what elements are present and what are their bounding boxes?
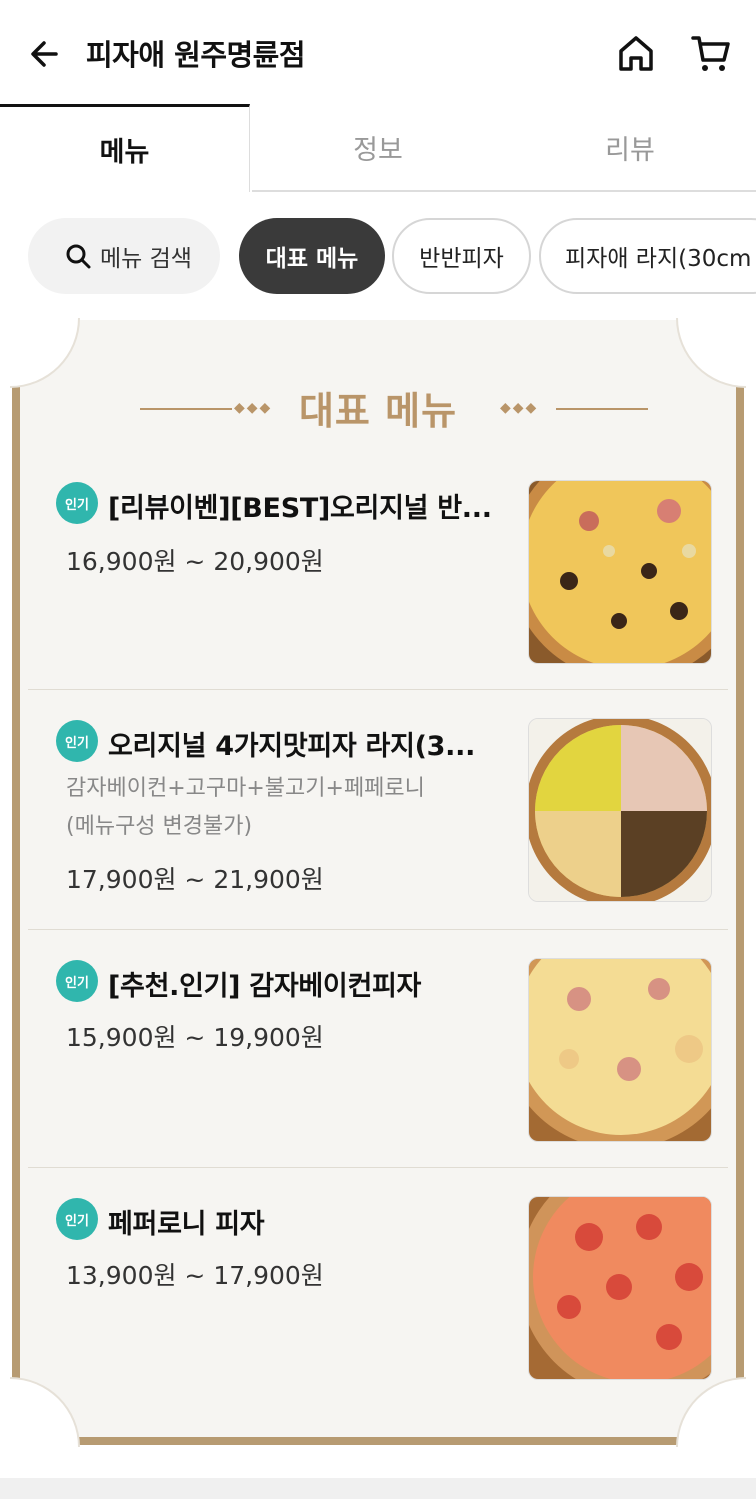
store-title: 피자애 원주명륜점 bbox=[86, 38, 306, 72]
pizza-image bbox=[528, 718, 712, 902]
menu-item[interactable]: 인기 오리지널 4가지맛피자 라지(3... 감자베이컨+고구마+불고기+페페로… bbox=[28, 690, 728, 930]
back-arrow-icon[interactable] bbox=[26, 34, 66, 74]
tab-info[interactable]: 정보 bbox=[252, 104, 504, 192]
tab-menu[interactable]: 메뉴 bbox=[0, 104, 250, 192]
menu-item[interactable]: 인기 페퍼로니 피자 13,900원 ~ 17,900원 bbox=[28, 1168, 728, 1408]
cart-icon[interactable] bbox=[690, 32, 732, 74]
pizza-image bbox=[528, 480, 712, 664]
home-icon[interactable] bbox=[616, 32, 656, 74]
chip-half-half-pizza[interactable]: 반반피자 bbox=[392, 218, 531, 294]
tab-bar: 메뉴 정보 리뷰 bbox=[0, 104, 756, 192]
menu-search-button[interactable]: 메뉴 검색 bbox=[28, 218, 220, 294]
menu-item[interactable]: 인기 [추천.인기] 감자베이컨피자 15,900원 ~ 19,900원 bbox=[28, 930, 728, 1168]
menu-item-description: 감자베이컨+고구마+불고기+페페로니 (메뉴구성 변경불가) bbox=[66, 776, 425, 839]
menu-item-name: 페퍼로니 피자 bbox=[108, 1209, 265, 1240]
board-corner bbox=[676, 318, 746, 388]
menu-item-price: 16,900원 ~ 20,900원 bbox=[66, 547, 324, 576]
category-chips: 메뉴 검색 대표 메뉴 반반피자 피자애 라지(30cm bbox=[0, 218, 756, 294]
search-label: 메뉴 검색 bbox=[100, 246, 192, 272]
board-corner bbox=[10, 318, 80, 388]
app-header: 피자애 원주명륜점 bbox=[0, 0, 756, 104]
menu-item-name: 오리지널 4가지맛피자 라지(3... bbox=[108, 731, 476, 762]
pizza-image bbox=[528, 958, 712, 1142]
signature-menu-board: ◆◆◆ 대표 메뉴 ◆◆◆ 인기 [리뷰이벤][BEST]오리지널 반... 1… bbox=[10, 318, 746, 1447]
bottom-bar bbox=[0, 1478, 756, 1499]
popular-badge: 인기 bbox=[56, 482, 98, 524]
popular-badge: 인기 bbox=[56, 1198, 98, 1240]
pizza-image bbox=[528, 1196, 712, 1380]
chip-pizzae-large[interactable]: 피자애 라지(30cm bbox=[539, 218, 756, 294]
tab-review[interactable]: 리뷰 bbox=[504, 104, 756, 192]
title-divider-right bbox=[556, 408, 648, 410]
popular-badge: 인기 bbox=[56, 720, 98, 762]
menu-item[interactable]: 인기 [리뷰이벤][BEST]오리지널 반... 16,900원 ~ 20,90… bbox=[28, 460, 728, 690]
menu-item-name: [추천.인기] 감자베이컨피자 bbox=[108, 971, 422, 1002]
diamond-ornament-icon: ◆◆◆ bbox=[500, 400, 539, 416]
popular-badge: 인기 bbox=[56, 960, 98, 1002]
menu-item-price: 13,900원 ~ 17,900원 bbox=[66, 1261, 324, 1290]
menu-item-name: [리뷰이벤][BEST]오리지널 반... bbox=[108, 493, 492, 524]
search-icon bbox=[66, 244, 91, 269]
menu-item-price: 15,900원 ~ 19,900원 bbox=[66, 1023, 324, 1052]
menu-item-price: 17,900원 ~ 21,900원 bbox=[66, 865, 324, 894]
chip-signature-menu[interactable]: 대표 메뉴 bbox=[239, 218, 385, 294]
